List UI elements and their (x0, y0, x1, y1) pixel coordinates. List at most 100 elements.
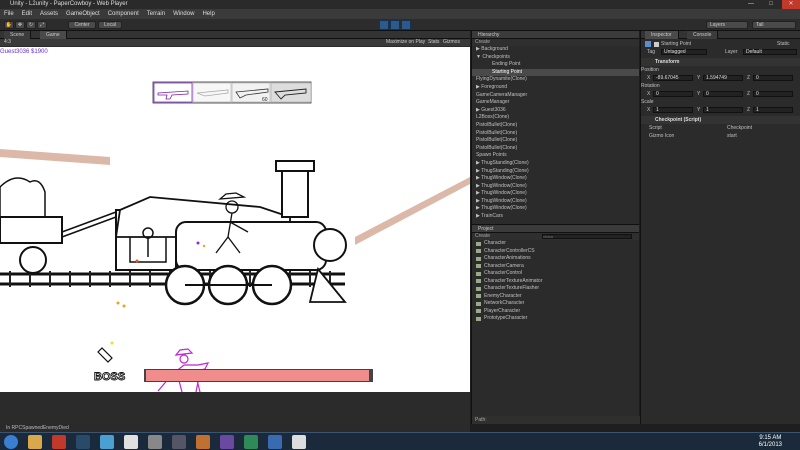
project-item[interactable]: CharacterAnimations (472, 255, 639, 263)
close-button[interactable]: ✕ (782, 0, 800, 9)
hierarchy-item[interactable]: PistolBullet(Clone) (472, 137, 639, 145)
move-tool-icon[interactable]: ✥ (15, 21, 25, 29)
browser-icon[interactable] (124, 435, 138, 449)
rotate-tool-icon[interactable]: ↻ (26, 21, 36, 29)
layer-dropdown[interactable]: Default (743, 49, 797, 55)
weapon-slot-gatling[interactable] (270, 82, 312, 103)
gizmos-dropdown[interactable]: Gizmos (443, 39, 460, 46)
pivot-toggle[interactable]: Center (68, 21, 96, 29)
hierarchy-item[interactable]: GameCameraManager (472, 92, 639, 100)
rotation-x-field[interactable]: 0 (653, 91, 693, 97)
project-item[interactable]: EnemyCharacter (472, 293, 639, 301)
tab-game[interactable]: Game (40, 31, 67, 39)
chat-icon[interactable] (100, 435, 114, 449)
unity-icon[interactable] (148, 435, 162, 449)
project-item[interactable]: CharacterTextureFlasher (472, 285, 639, 293)
project-item[interactable]: CharacterControllerCS (472, 248, 639, 256)
hierarchy-item[interactable]: PistolBullet(Clone) (472, 130, 639, 138)
maximize-button[interactable]: □ (762, 0, 780, 9)
layers-dropdown[interactable]: Layers (706, 21, 748, 29)
menu-assets[interactable]: Assets (36, 9, 62, 19)
hierarchy-item[interactable]: ▶ ThugWindow(Clone) (472, 198, 639, 206)
hierarchy-item[interactable]: PistolBullet(Clone) (472, 122, 639, 130)
explorer-icon[interactable] (28, 435, 42, 449)
project-item[interactable]: CharacterTextureAnimator (472, 278, 639, 286)
hierarchy-item[interactable]: ▼ Checkpoints (472, 54, 639, 62)
project-item[interactable]: CharacterCamera (472, 263, 639, 271)
project-create-button[interactable]: Create (475, 233, 490, 239)
rotation-z-field[interactable]: 0 (753, 91, 793, 97)
game-viewport[interactable]: Guest3036 $1900 60 BOSS (0, 47, 470, 392)
play-button[interactable] (379, 20, 389, 30)
position-x-field[interactable]: -89.67045 (653, 75, 693, 81)
project-search-input[interactable] (542, 234, 632, 239)
scale-y-field[interactable]: 1 (703, 107, 743, 113)
project-item[interactable]: NetworkCharacter (472, 300, 639, 308)
hierarchy-item[interactable]: FlyingDynamite(Clone) (472, 76, 639, 84)
transform-header[interactable]: Transform (641, 58, 800, 66)
aspect-dropdown[interactable]: 4:3 (4, 39, 11, 46)
hierarchy-create-button[interactable]: Create (472, 39, 639, 46)
project-item[interactable]: Character (472, 240, 639, 248)
project-item[interactable]: CharacterControl (472, 270, 639, 278)
tab-inspector[interactable]: Inspector (645, 31, 679, 39)
tools-icon[interactable] (172, 435, 186, 449)
script-field[interactable]: Checkpoint (727, 124, 752, 132)
position-y-field[interactable]: 1.594749 (703, 75, 743, 81)
maximize-on-play-toggle[interactable]: Maximize on Play (386, 39, 425, 46)
checkpoint-header[interactable]: Checkpoint (Script) (641, 116, 800, 124)
hierarchy-item[interactable]: ▶ Foreground (472, 84, 639, 92)
menu-window[interactable]: Window (169, 9, 198, 19)
menu-terrain[interactable]: Terrain (143, 9, 169, 19)
hierarchy-item[interactable]: Spawn Points (472, 152, 639, 160)
steam-icon[interactable] (76, 435, 90, 449)
hand-tool-icon[interactable]: ✋ (4, 21, 14, 29)
chrome-icon[interactable] (244, 435, 258, 449)
position-z-field[interactable]: 0 (753, 75, 793, 81)
scale-x-field[interactable]: 1 (653, 107, 693, 113)
hierarchy-item[interactable]: L2Boss(Clone) (472, 114, 639, 122)
object-name[interactable]: Starting Point (661, 40, 691, 48)
hierarchy-item[interactable]: PistolBullet(Clone) (472, 145, 639, 153)
hierarchy-item[interactable]: Starting Point (472, 68, 639, 77)
media-icon[interactable] (52, 435, 66, 449)
system-clock[interactable]: 9:15 AM 6/1/2013 (759, 435, 782, 449)
minimize-button[interactable]: — (742, 0, 760, 9)
game-icon[interactable] (196, 435, 210, 449)
hierarchy-item[interactable]: ▶ ThugWindow(Clone) (472, 190, 639, 198)
step-button[interactable] (401, 20, 411, 30)
hierarchy-item[interactable]: ▶ ThugWindow(Clone) (472, 175, 639, 183)
pause-button[interactable] (390, 20, 400, 30)
space-toggle[interactable]: Local (98, 21, 122, 29)
hierarchy-item[interactable]: ▶ ThugStanding(Clone) (472, 160, 639, 168)
hierarchy-item[interactable]: ▶ Guest3036 (472, 107, 639, 115)
hierarchy-item[interactable]: ▶ ThugWindow(Clone) (472, 205, 639, 213)
app-icon[interactable] (220, 435, 234, 449)
hierarchy-tab[interactable]: Hierarchy (472, 31, 639, 39)
tab-scene[interactable]: Scene (4, 31, 32, 39)
menu-file[interactable]: File (0, 9, 18, 19)
rotation-y-field[interactable]: 0 (703, 91, 743, 97)
other-icon[interactable] (268, 435, 282, 449)
menu-edit[interactable]: Edit (18, 9, 36, 19)
hierarchy-item[interactable]: GameManager (472, 99, 639, 107)
hierarchy-item[interactable]: ▶ Background (472, 46, 639, 54)
project-item[interactable]: PrototypeCharacter (472, 315, 639, 323)
hierarchy-item[interactable]: ▶ ThugWindow(Clone) (472, 183, 639, 191)
static-toggle[interactable]: Static (777, 40, 790, 48)
hierarchy-item[interactable]: ▶ TrainCars (472, 213, 639, 221)
scale-z-field[interactable]: 1 (753, 107, 793, 113)
tag-dropdown[interactable]: Untagged (661, 49, 707, 55)
scale-tool-icon[interactable]: ⤢ (37, 21, 47, 29)
start-orb-icon[interactable] (4, 435, 18, 449)
stats-toggle[interactable]: Stats (428, 39, 439, 46)
gizmo-field[interactable]: start (727, 132, 737, 140)
menu-gameobject[interactable]: GameObject (62, 9, 104, 19)
active-checkbox[interactable] (654, 42, 659, 47)
notes-icon[interactable] (292, 435, 306, 449)
menu-help[interactable]: Help (198, 9, 218, 19)
project-tab[interactable]: Project (472, 225, 639, 233)
hierarchy-item[interactable]: Ending Point (472, 61, 639, 69)
layout-dropdown[interactable]: Tall (752, 21, 796, 29)
project-item[interactable]: PlayerCharacter (472, 308, 639, 316)
